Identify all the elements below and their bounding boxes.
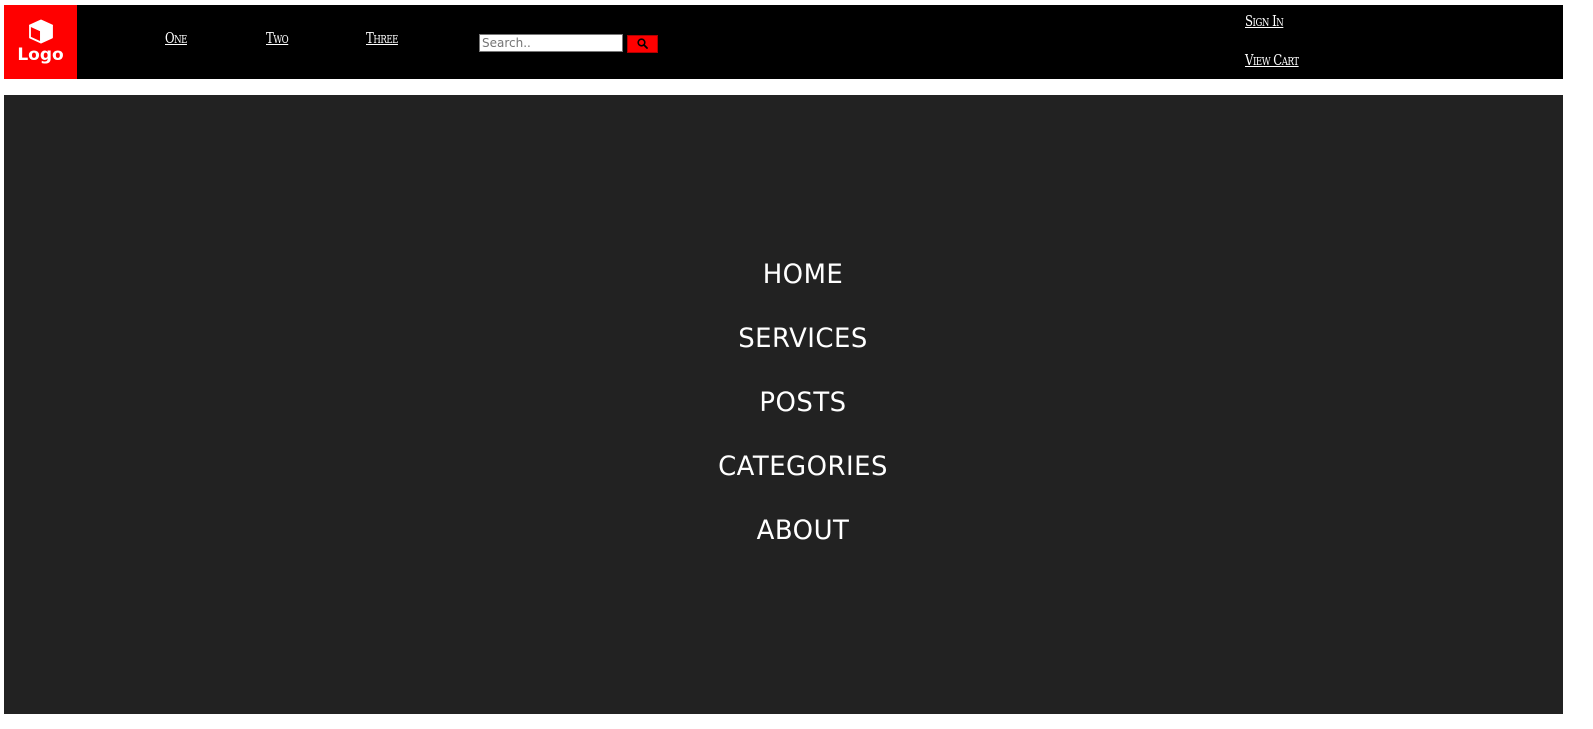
- menu-item-services[interactable]: SERVICES: [36, 323, 1570, 355]
- menu-item-posts[interactable]: POSTS: [36, 387, 1570, 419]
- nav-link-two[interactable]: Two: [266, 29, 289, 47]
- nav-link-one[interactable]: One: [165, 29, 187, 47]
- logo[interactable]: Logo: [4, 5, 77, 79]
- view-cart-link[interactable]: View Cart: [1245, 51, 1299, 69]
- cube-icon: [28, 19, 54, 44]
- top-header: Logo One Two Three Sign In View Cart: [4, 5, 1563, 79]
- menu-item-categories[interactable]: CATEGORIES: [36, 451, 1570, 483]
- sign-in-link[interactable]: Sign In: [1245, 12, 1284, 30]
- nav-link-three[interactable]: Three: [366, 29, 398, 47]
- menu-item-home[interactable]: HOME: [36, 259, 1570, 291]
- search-input[interactable]: [479, 34, 623, 52]
- search-button[interactable]: [627, 35, 658, 53]
- menu-item-about[interactable]: ABOUT: [36, 515, 1570, 547]
- main-panel: HOME SERVICES POSTS CATEGORIES ABOUT: [4, 95, 1563, 714]
- search-icon: [637, 37, 648, 52]
- logo-text: Logo: [17, 45, 64, 65]
